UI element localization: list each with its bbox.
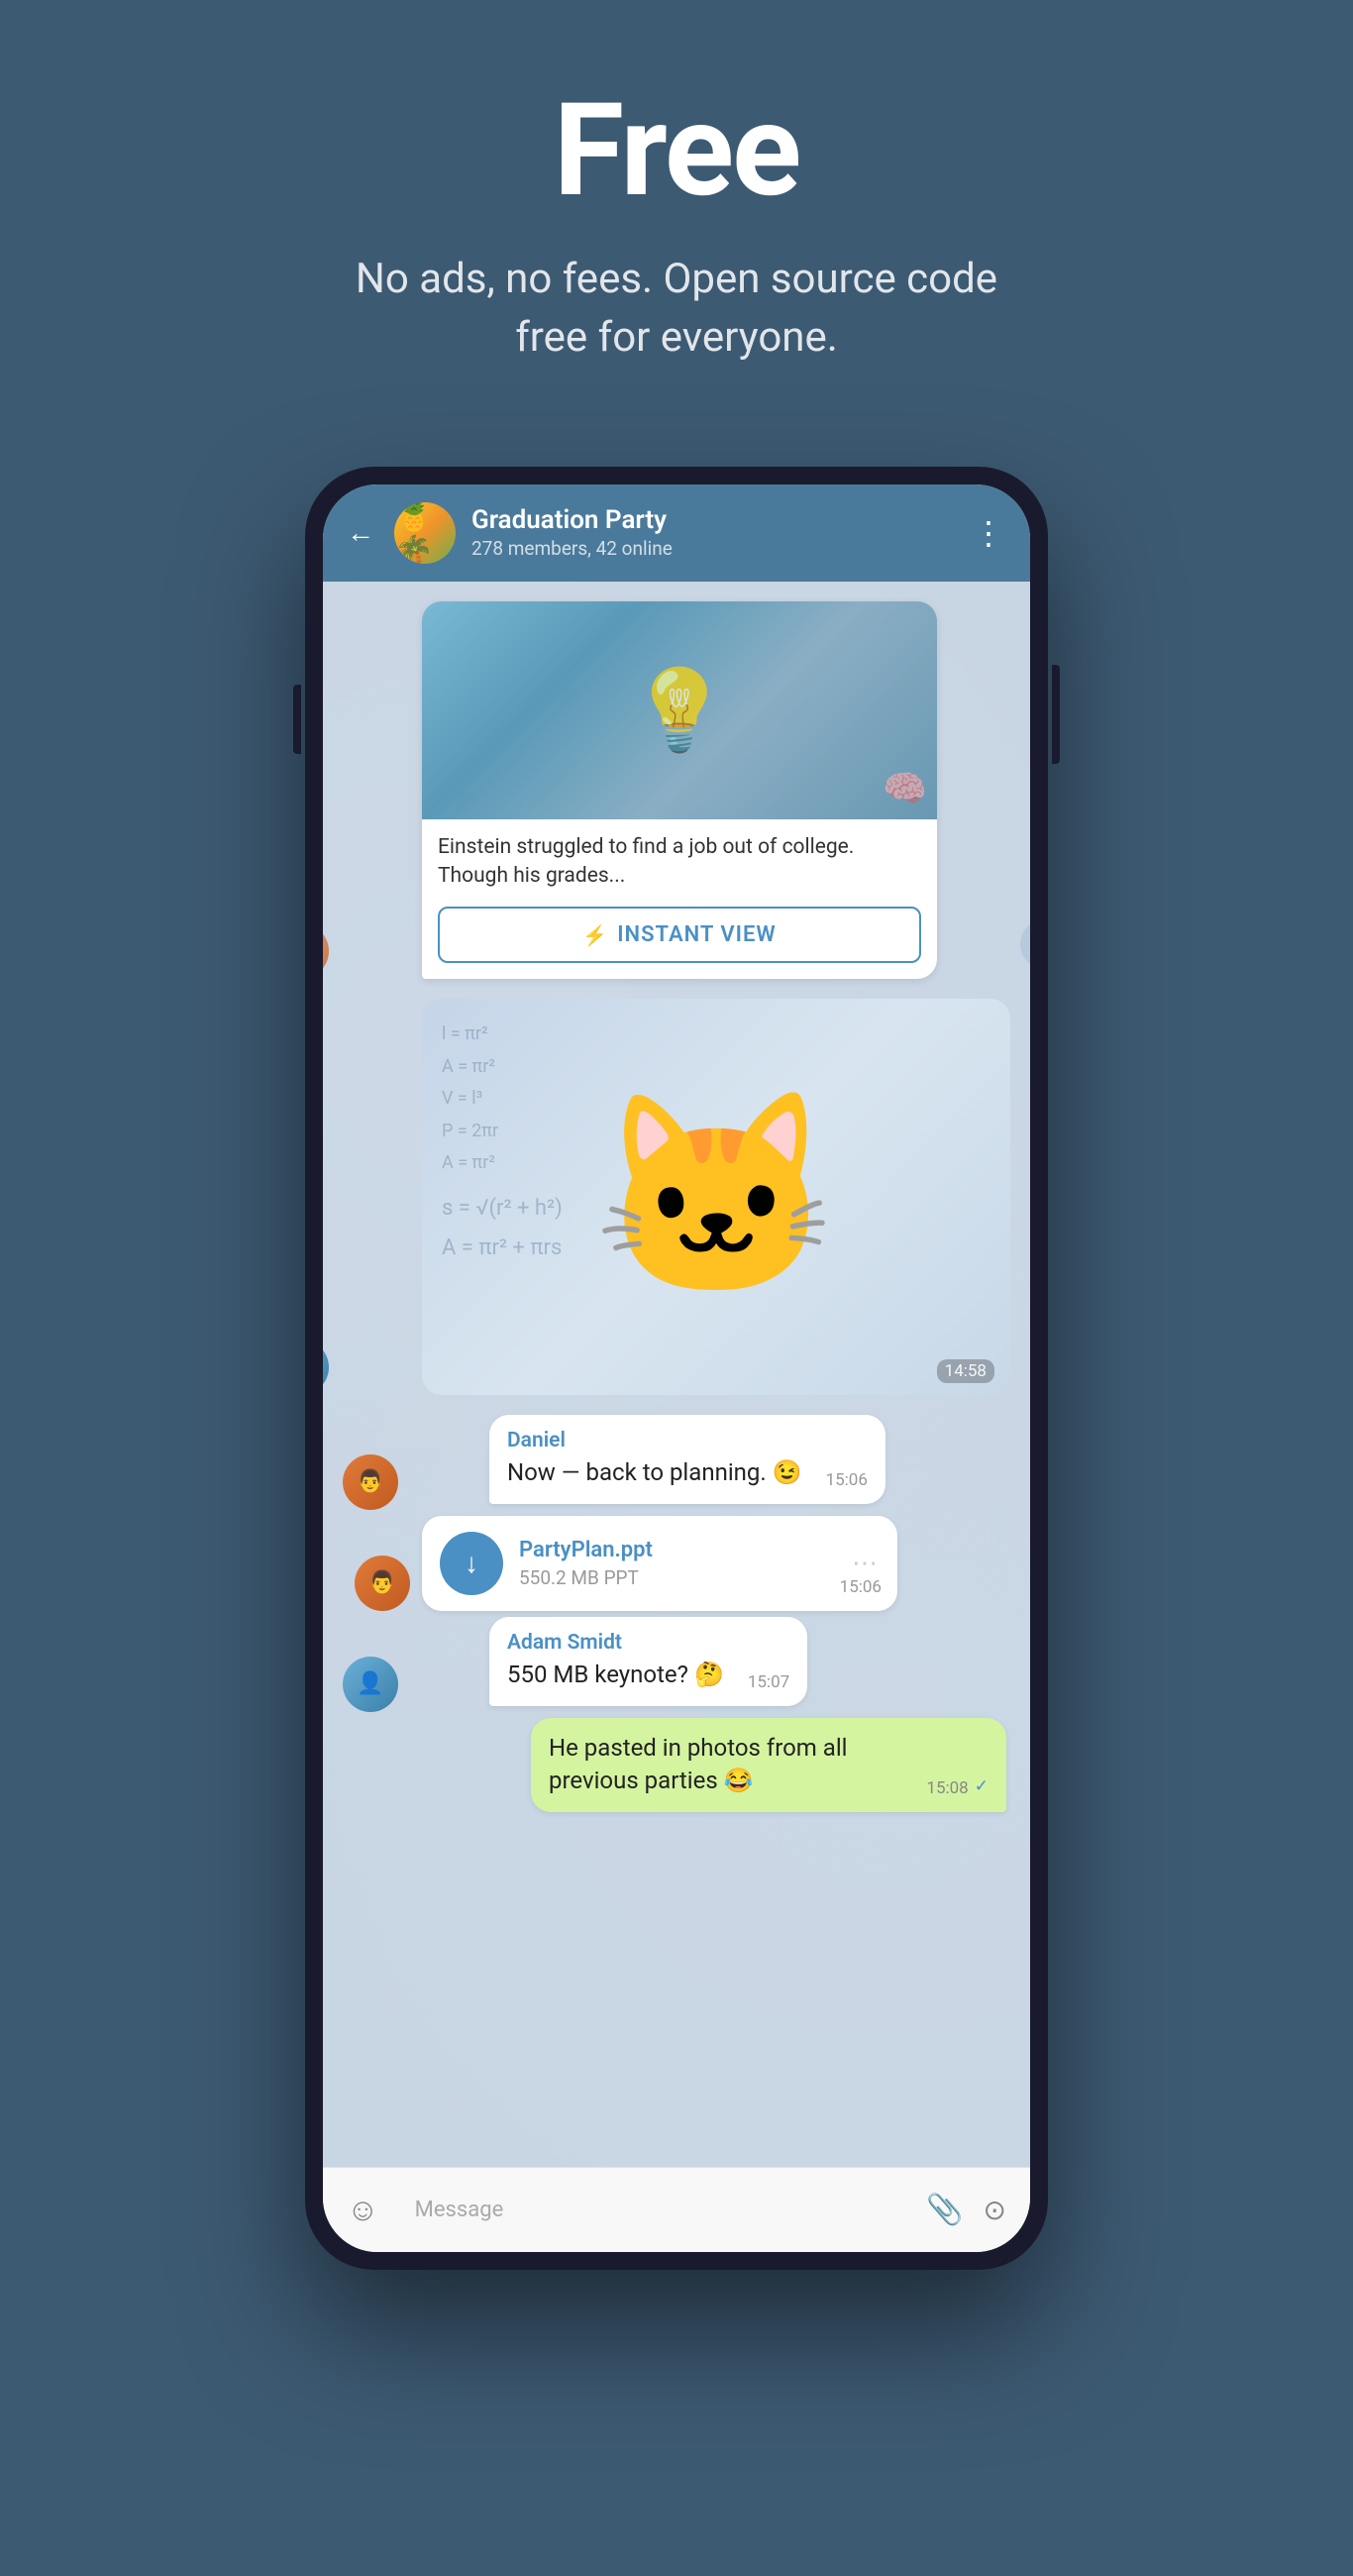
sent-text: He pasted in photos from all previous pa…	[549, 1732, 902, 1798]
sent-message-row: He pasted in photos from all previous pa…	[343, 1718, 1010, 1818]
article-preview-text: Einstein struggled to find a job out of …	[422, 819, 937, 900]
file-bubble: ↓ PartyPlan.ppt 550.2 MB PPT ⋯ 15:06	[422, 1516, 897, 1611]
file-more-options[interactable]: ⋯	[852, 1549, 880, 1578]
file-download-button[interactable]: ↓	[440, 1532, 503, 1595]
adam-name: Adam Smidt	[507, 1631, 789, 1655]
file-size: 550.2 MB PPT	[519, 1566, 836, 1589]
daniel-text: Now — back to planning. 😉	[507, 1456, 802, 1490]
sent-time: 15:08	[926, 1778, 968, 1798]
cat-sticker: 🐱	[592, 1098, 839, 1296]
back-button[interactable]: ←	[347, 516, 374, 549]
article-message-container: 👩 💡 Einstein struggled to find a job out…	[343, 601, 1010, 980]
phone-mockup: ← 🍍🌴 Graduation Party 278 members, 42 on…	[305, 467, 1048, 2270]
file-info: PartyPlan.ppt 550.2 MB PPT	[519, 1538, 836, 1589]
article-message: 💡 Einstein struggled to find a job out o…	[422, 601, 937, 980]
phone-inner: ← 🍍🌴 Graduation Party 278 members, 42 on…	[323, 484, 1030, 2252]
more-options-button[interactable]: ⋮	[973, 514, 1006, 552]
adam-text: 550 MB keynote? 🤔	[507, 1659, 724, 1692]
adam-message-row: 👤 Adam Smidt 550 MB keynote? 🤔 15:07	[343, 1617, 1010, 1712]
hero-section: Free No ads, no fees. Open source code f…	[0, 0, 1353, 427]
article-image: 💡	[422, 601, 937, 819]
sticker-area: l = πr² A = πr² V = l³ P = 2πr A = πr² s…	[422, 999, 1010, 1395]
sticker-timestamp: 14:58	[937, 1359, 994, 1383]
chat-body: 👩 💡 Einstein struggled to find a job out…	[323, 582, 1030, 2167]
daniel-name: Daniel	[507, 1429, 868, 1452]
attach-button[interactable]: 📎	[926, 2193, 963, 2227]
file-sender-avatar: 👨	[355, 1556, 410, 1611]
lightning-icon: ⚡	[582, 923, 607, 947]
instant-view-label: INSTANT VIEW	[617, 922, 777, 947]
hero-subtitle: No ads, no fees. Open source code free f…	[330, 251, 1023, 368]
adam-time: 15:07	[748, 1672, 789, 1692]
checkmark-icon: ✓	[975, 1776, 989, 1796]
sent-bubble: He pasted in photos from all previous pa…	[531, 1718, 1006, 1812]
avatar-emoji: 🍍🌴	[394, 502, 456, 564]
chat-info: Graduation Party 278 members, 42 online	[471, 505, 957, 560]
file-name: PartyPlan.ppt	[519, 1538, 836, 1562]
emoji-button[interactable]: ☺	[347, 2191, 379, 2228]
daniel-time: 15:06	[826, 1470, 868, 1490]
daniel-bubble: Daniel Now — back to planning. 😉 15:06	[489, 1415, 885, 1504]
message-placeholder: Message	[415, 2198, 504, 2222]
adam-avatar: 👤	[343, 1657, 398, 1712]
sticker-message-container: 👤 l = πr² A = πr² V = l³ P = 2πr A = πr²	[343, 999, 1010, 1395]
hero-title: Free	[554, 79, 800, 221]
article-sender-avatar: 👩	[323, 923, 329, 979]
sticker-background: l = πr² A = πr² V = l³ P = 2πr A = πr² s…	[422, 999, 1010, 1395]
daniel-avatar: 👨	[343, 1454, 398, 1510]
input-bar: ☺ Message 📎 ⊙	[323, 2167, 1030, 2252]
instant-view-button[interactable]: ⚡ INSTANT VIEW	[438, 907, 921, 963]
phone-outer: ← 🍍🌴 Graduation Party 278 members, 42 on…	[305, 467, 1048, 2270]
adam-bubble: Adam Smidt 550 MB keynote? 🤔 15:07	[489, 1617, 807, 1706]
share-button[interactable]: ↗	[1020, 919, 1030, 969]
file-time: 15:06	[840, 1577, 882, 1597]
chat-name: Graduation Party	[471, 505, 957, 535]
sticker-sender-avatar: 👤	[323, 1340, 329, 1395]
download-icon: ↓	[465, 1547, 478, 1579]
message-input[interactable]: Message	[399, 2184, 907, 2236]
camera-button[interactable]: ⊙	[984, 2194, 1006, 2226]
chat-meta: 278 members, 42 online	[471, 537, 957, 560]
group-avatar: 🍍🌴	[394, 502, 456, 564]
chat-header: ← 🍍🌴 Graduation Party 278 members, 42 on…	[323, 484, 1030, 582]
daniel-message-row: 👨 Daniel Now — back to planning. 😉 15:06	[343, 1415, 1010, 1510]
file-message-container: 👨 ↓ PartyPlan.ppt 550.2 MB PPT ⋯ 15:06	[343, 1516, 1010, 1611]
